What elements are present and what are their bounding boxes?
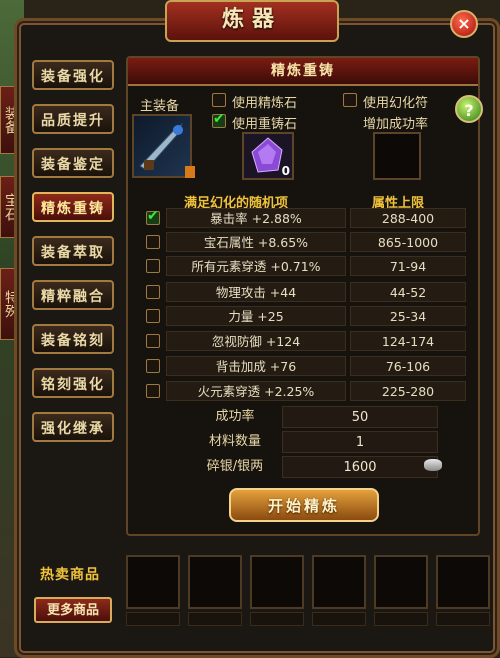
attribute-name: 宝石属性 +8.65%	[166, 232, 346, 252]
attribute-name: 背击加成 +76	[166, 356, 346, 376]
shop-item-price	[250, 612, 304, 626]
shop-item-price	[126, 612, 180, 626]
attribute-lock-checkbox[interactable]	[146, 309, 160, 323]
cost-value: 1600	[282, 456, 438, 478]
close-button[interactable]: ×	[450, 10, 478, 38]
weapon-icon	[139, 122, 184, 171]
success-rate-label: 成功率	[215, 409, 255, 424]
shop-item-slot[interactable]	[374, 555, 428, 609]
attribute-lock-checkbox[interactable]	[146, 359, 160, 373]
panel-header: 精炼重铸	[128, 58, 478, 86]
success-rate-value: 50	[282, 406, 438, 428]
attribute-range: 865-1000	[350, 232, 466, 252]
window-title: 炼器	[165, 0, 339, 42]
use-refine-stone-label: 使用精炼石	[232, 96, 298, 111]
attribute-name: 暴击率 +2.88%	[166, 208, 346, 228]
shop-item-price	[188, 612, 242, 626]
help-icon[interactable]: ?	[455, 95, 483, 123]
equip-quality-marker	[185, 166, 195, 178]
material-count-label: 材料数量	[208, 434, 261, 449]
charm-slot[interactable]	[373, 132, 421, 180]
cost-amount: 1600	[343, 460, 377, 475]
success-boost-label: 增加成功率	[363, 117, 429, 132]
use-recast-stone-label: 使用重铸石	[232, 117, 298, 132]
attribute-range: 124-174	[350, 331, 466, 351]
attribute-name: 忽视防御 +124	[166, 331, 346, 351]
cost-label: 碎银/银两	[206, 459, 264, 474]
use-refine-stone-checkbox[interactable]	[212, 93, 226, 107]
start-refine-button[interactable]: 开始精炼	[229, 488, 379, 522]
tab-essence-fusion[interactable]: 精粹融合	[32, 280, 114, 310]
attribute-range: 25-34	[350, 306, 466, 326]
attribute-name: 物理攻击 +44	[166, 282, 346, 302]
attribute-lock-checkbox[interactable]	[146, 235, 160, 249]
main-equip-label: 主装备	[140, 99, 180, 114]
attribute-name: 火元素穿透 +2.25%	[166, 381, 346, 401]
tab-equip-enhance[interactable]: 装备强化	[32, 60, 114, 90]
shop-item-slot[interactable]	[126, 555, 180, 609]
tab-enhance-inherit[interactable]: 强化继承	[32, 412, 114, 442]
attribute-name: 所有元素穿透 +0.71%	[166, 256, 346, 276]
tab-refine-recast[interactable]: 精炼重铸	[32, 192, 114, 222]
tab-engrave-enhance[interactable]: 铭刻强化	[32, 368, 114, 398]
tab-equip-extract[interactable]: 装备萃取	[32, 236, 114, 266]
main-equip-slot[interactable]	[132, 114, 192, 178]
use-phantom-charm-label: 使用幻化符	[363, 96, 429, 111]
silver-ingot-icon	[424, 459, 442, 471]
shop-item-price	[374, 612, 428, 626]
attribute-range: 225-280	[350, 381, 466, 401]
hot-items-label: 热卖商品	[40, 567, 100, 583]
attribute-lock-checkbox[interactable]	[146, 384, 160, 398]
shop-item-slot[interactable]	[250, 555, 304, 609]
attribute-range: 44-52	[350, 282, 466, 302]
tab-equip-identify[interactable]: 装备鉴定	[32, 148, 114, 178]
recast-stone-slot[interactable]: 0	[242, 132, 294, 180]
shop-item-slot[interactable]	[188, 555, 242, 609]
attribute-range: 288-400	[350, 208, 466, 228]
use-phantom-charm-checkbox[interactable]	[343, 93, 357, 107]
attribute-name: 力量 +25	[166, 306, 346, 326]
tab-quality-upgrade[interactable]: 品质提升	[32, 104, 114, 134]
attribute-lock-checkbox[interactable]	[146, 285, 160, 299]
gem-count: 0	[281, 164, 290, 178]
more-items-button[interactable]: 更多商品	[34, 597, 112, 623]
tab-equip-engrave[interactable]: 装备铭刻	[32, 324, 114, 354]
material-count-value: 1	[282, 431, 438, 453]
close-icon: ×	[457, 14, 471, 33]
attribute-lock-checkbox[interactable]	[146, 208, 160, 225]
attribute-lock-checkbox[interactable]	[146, 259, 160, 273]
shop-item-price	[312, 612, 366, 626]
shop-item-price	[436, 612, 490, 626]
shop-item-slot[interactable]	[312, 555, 366, 609]
shop-item-slot[interactable]	[436, 555, 490, 609]
use-recast-stone-checkbox[interactable]	[212, 111, 226, 128]
attribute-range: 76-106	[350, 356, 466, 376]
attribute-range: 71-94	[350, 256, 466, 276]
attribute-lock-checkbox[interactable]	[146, 334, 160, 348]
